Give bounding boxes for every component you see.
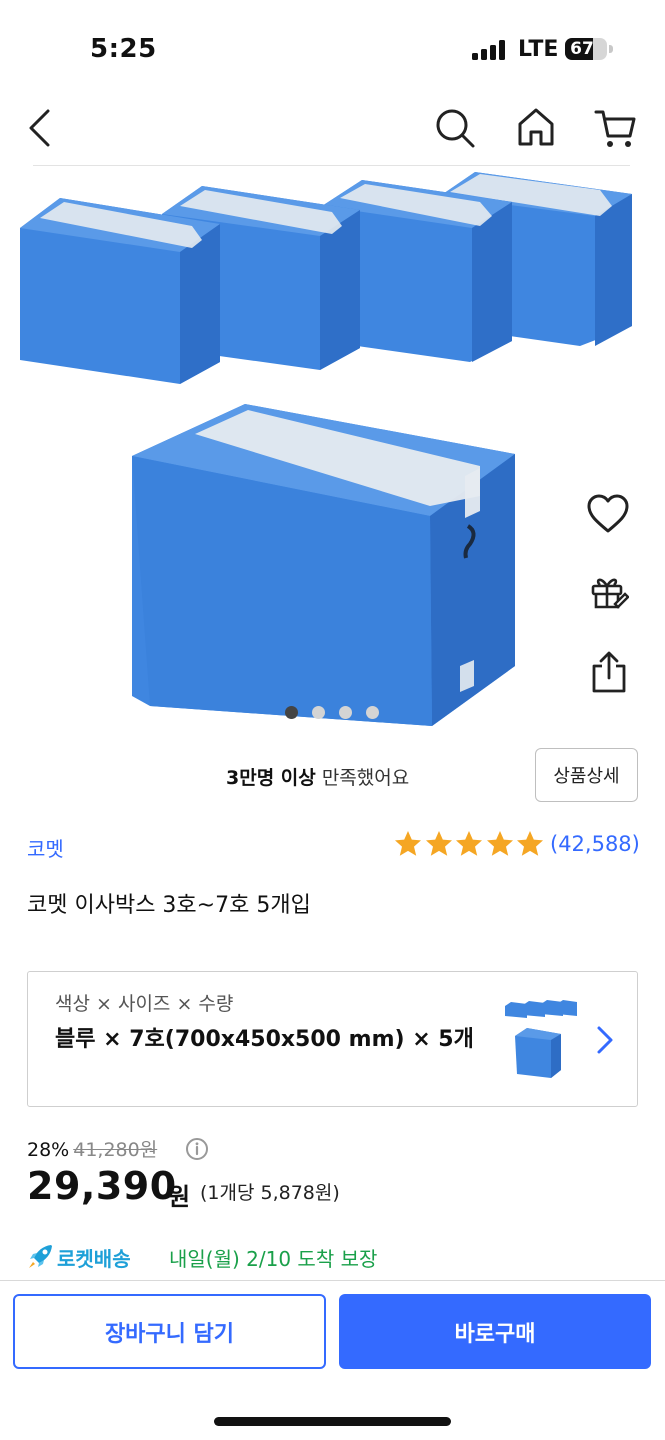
battery-icon: 67 [565,38,607,60]
option-label: 색상 × 사이즈 × 수량 [55,993,234,1015]
gallery-dot[interactable] [339,706,352,719]
heart-icon[interactable] [586,494,630,534]
product-title: 코멧 이사박스 3호~7호 5개입 [27,893,311,918]
product-detail-button[interactable]: 상품상세 [535,748,638,802]
bottom-bar-divider [0,1280,665,1281]
rocket-delivery-label: 로켓배송 [57,1247,131,1271]
gallery-dot[interactable] [312,706,325,719]
top-nav [0,100,665,166]
satisfaction-text: 3만명 이상 만족했어요 [226,763,409,790]
gift-icon[interactable] [589,572,629,612]
original-price: 41,280원 [73,1139,158,1161]
arrival-guarantee: 내일(월) 2/10 도착 보장 [169,1247,378,1271]
satisfaction-label: 만족했어요 [321,767,410,789]
discount-row: 28% 41,280원 [27,1135,157,1162]
rocket-icon [29,1245,52,1268]
cart-icon[interactable] [594,108,638,150]
product-image [20,172,632,726]
back-icon[interactable] [26,108,54,148]
review-count[interactable]: (42,588) [550,832,640,856]
product-image-gallery[interactable] [0,166,665,726]
star-icon [486,831,513,856]
home-indicator[interactable] [214,1417,451,1426]
gallery-dot[interactable] [285,706,298,719]
option-thumbnail [505,1000,577,1078]
search-icon[interactable] [434,107,476,149]
price-currency: 원 [168,1183,191,1211]
sale-price: 29,390 [27,1164,177,1208]
status-bar: 5:25 LTE 67 [0,0,665,100]
satisfaction-highlight: 3만명 이상 [226,767,316,789]
option-value: 블루 × 7호(700x450x500 mm) × 5개 [55,1027,474,1052]
unit-price: (1개당 5,878원) [200,1182,340,1204]
star-icon [395,831,421,856]
network-type: LTE [518,37,559,62]
status-time: 5:25 [90,34,157,64]
home-icon[interactable] [516,106,556,148]
discount-rate: 28% [27,1139,70,1161]
brand-link[interactable]: 코멧 [27,833,64,862]
option-selector[interactable]: 색상 × 사이즈 × 수량 블루 × 7호(700x450x500 mm) × … [27,971,638,1107]
battery-percent: 67 [570,39,594,59]
share-icon[interactable] [590,650,628,694]
chevron-right-icon [597,1026,613,1054]
info-icon[interactable] [185,1137,209,1161]
buy-now-button[interactable]: 바로구매 [339,1294,651,1369]
star-icon [456,831,482,856]
battery-cap [609,45,613,53]
gallery-dot[interactable] [366,706,379,719]
star-icon [517,831,543,856]
cellular-signal-icon [472,40,508,60]
add-to-cart-button[interactable]: 장바구니 담기 [13,1294,326,1369]
star-icon [425,831,452,856]
